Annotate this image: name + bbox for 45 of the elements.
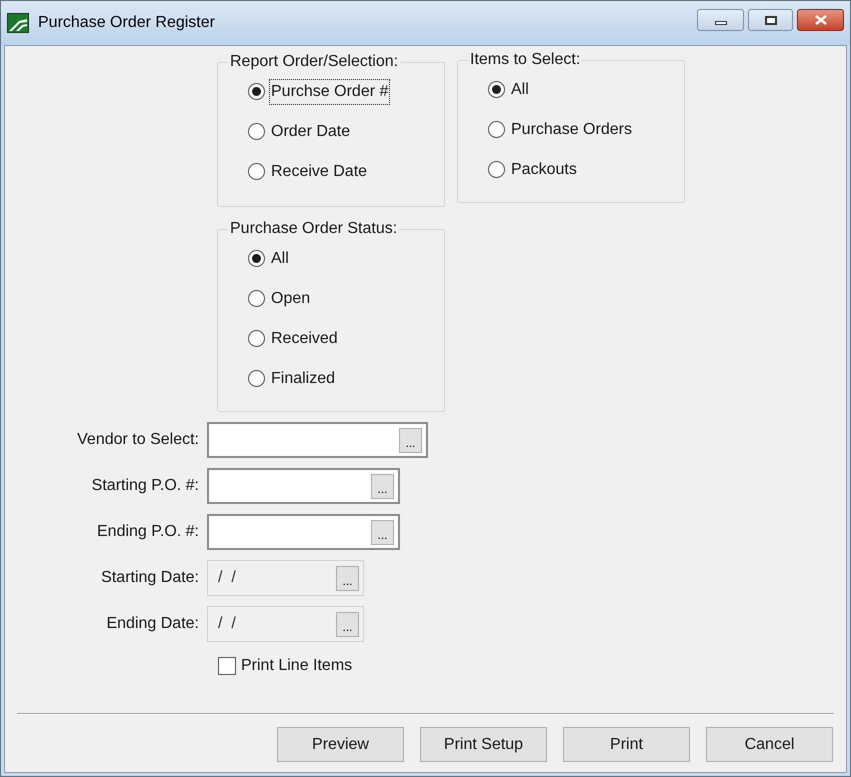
- field-label: Starting Date:: [100, 568, 200, 588]
- radio-button[interactable]: [248, 290, 265, 307]
- maximize-button[interactable]: [748, 9, 793, 31]
- dialog-button[interactable]: Cancel: [706, 727, 833, 762]
- window-title: Purchase Order Register: [38, 13, 215, 33]
- close-icon: [814, 15, 826, 25]
- group-title: Report Order/Selection:: [229, 52, 400, 72]
- group-title: Purchase Order Status:: [229, 219, 398, 239]
- field-label: Ending Date:: [105, 614, 200, 634]
- close-button[interactable]: [797, 9, 844, 31]
- checkbox[interactable]: [218, 657, 236, 675]
- field-label: Starting P.O. #:: [90, 476, 200, 496]
- radio-button[interactable]: [488, 121, 505, 138]
- radio-button[interactable]: [248, 250, 265, 267]
- group-title: Items to Select:: [469, 50, 582, 70]
- input-field[interactable]: ...: [207, 514, 400, 550]
- radio-option[interactable]: Open: [248, 287, 444, 310]
- dialog-button[interactable]: Preview: [277, 727, 404, 762]
- radio-option[interactable]: All: [248, 247, 444, 270]
- radio-option[interactable]: Received: [248, 327, 444, 350]
- minimize-button[interactable]: [697, 9, 744, 31]
- radio-button[interactable]: [488, 161, 505, 178]
- app-icon: [7, 13, 29, 33]
- radio-option[interactable]: Order Date: [248, 120, 444, 143]
- print-line-items-checkbox[interactable]: Print Line Items: [218, 654, 352, 678]
- dialog-button[interactable]: Print: [563, 727, 690, 762]
- radio-button[interactable]: [248, 330, 265, 347]
- radio-button[interactable]: [488, 81, 505, 98]
- radio-option[interactable]: Finalized: [248, 367, 444, 390]
- input-field[interactable]: ...: [207, 422, 428, 458]
- dialog-button[interactable]: Print Setup: [420, 727, 547, 762]
- browse-button[interactable]: ...: [371, 520, 394, 544]
- browse-button[interactable]: ...: [371, 474, 394, 498]
- radio-button[interactable]: [248, 163, 265, 180]
- browse-button[interactable]: ...: [399, 428, 422, 452]
- radio-button[interactable]: [248, 370, 265, 387]
- radio-option[interactable]: All: [488, 78, 684, 101]
- radio-option[interactable]: Purchase Orders: [488, 118, 684, 141]
- radio-button[interactable]: [248, 83, 265, 100]
- radio-button[interactable]: [248, 123, 265, 140]
- field-label: Vendor to Select:: [76, 430, 200, 450]
- radio-option[interactable]: Receive Date: [248, 160, 444, 183]
- radio-option[interactable]: Packouts: [488, 158, 684, 181]
- input-field[interactable]: ...: [207, 468, 400, 504]
- field-label: Ending P.O. #:: [96, 522, 200, 542]
